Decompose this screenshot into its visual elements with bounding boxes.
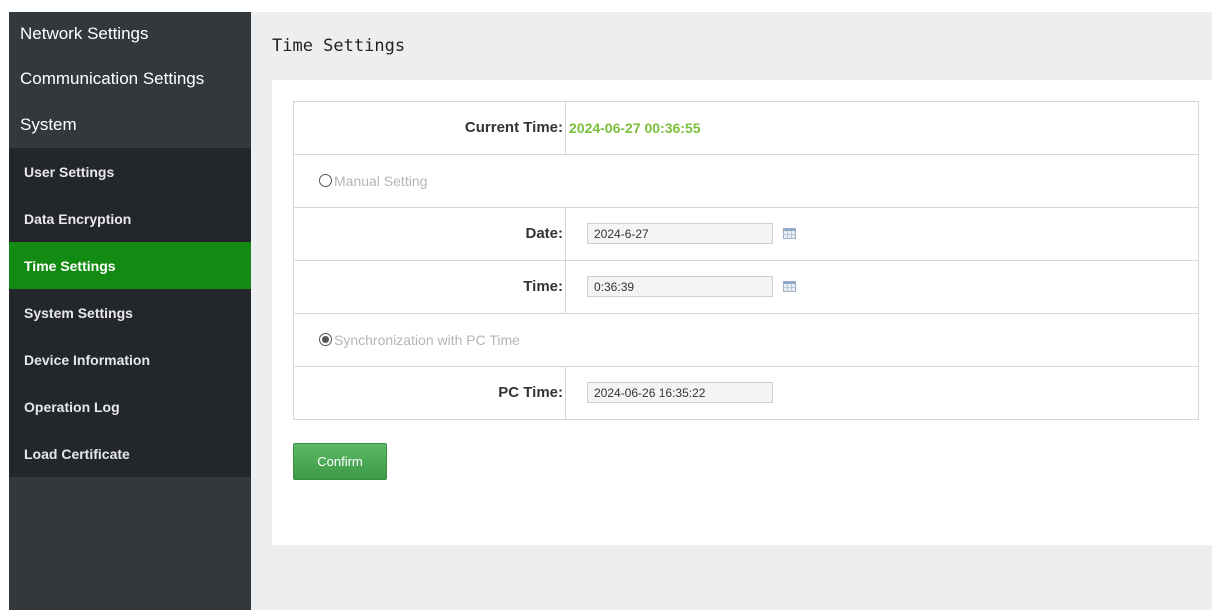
system-submenu: User Settings Data Encryption Time Setti…: [9, 148, 251, 477]
sidebar-item-time-settings[interactable]: Time Settings: [9, 242, 251, 289]
sidebar: Network Settings Communication Settings …: [9, 12, 251, 610]
nav-communication-settings[interactable]: Communication Settings: [9, 56, 251, 102]
date-input[interactable]: [587, 223, 773, 244]
pc-time-input[interactable]: [587, 382, 773, 403]
nav-system[interactable]: System: [9, 102, 251, 148]
sidebar-item-device-information[interactable]: Device Information: [9, 336, 251, 383]
calendar-icon[interactable]: [783, 228, 796, 239]
sync-pc-radio[interactable]: [319, 333, 332, 346]
time-input[interactable]: [587, 276, 773, 297]
calendar-icon[interactable]: [783, 281, 796, 292]
sync-pc-row: Synchronization with PC Time: [294, 313, 1198, 366]
manual-setting-radio[interactable]: [319, 174, 332, 187]
main-content: Time Settings Current Time: 2024-06-27 0…: [251, 12, 1212, 610]
manual-setting-row: Manual Setting: [294, 154, 1198, 207]
sidebar-item-data-encryption[interactable]: Data Encryption: [9, 195, 251, 242]
sidebar-item-system-settings[interactable]: System Settings: [9, 289, 251, 336]
page-title: Time Settings: [272, 36, 406, 56]
settings-panel: Current Time: 2024-06-27 00:36:55 Manual…: [272, 80, 1212, 545]
sidebar-item-operation-log[interactable]: Operation Log: [9, 383, 251, 430]
pc-time-row: PC Time:: [294, 366, 1198, 419]
pc-time-label: PC Time:: [294, 367, 566, 419]
sync-pc-label: Synchronization with PC Time: [334, 332, 520, 348]
confirm-button[interactable]: Confirm: [293, 443, 387, 480]
time-label: Time:: [294, 261, 566, 313]
sidebar-item-user-settings[interactable]: User Settings: [9, 148, 251, 195]
sidebar-item-load-certificate[interactable]: Load Certificate: [9, 430, 251, 477]
time-settings-table: Current Time: 2024-06-27 00:36:55 Manual…: [293, 101, 1199, 420]
date-label: Date:: [294, 208, 566, 260]
date-row: Date:: [294, 207, 1198, 260]
time-row: Time:: [294, 260, 1198, 313]
current-time-value: 2024-06-27 00:36:55: [569, 120, 701, 136]
current-time-row: Current Time: 2024-06-27 00:36:55: [294, 102, 1198, 154]
nav-network-settings[interactable]: Network Settings: [9, 12, 251, 56]
manual-setting-label: Manual Setting: [334, 173, 428, 189]
current-time-label: Current Time:: [294, 102, 566, 154]
